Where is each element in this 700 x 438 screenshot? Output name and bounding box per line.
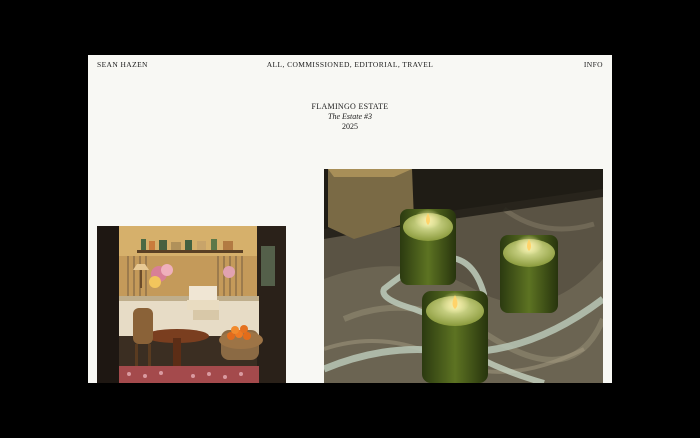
- filter-travel[interactable]: TRAVEL: [402, 60, 433, 69]
- info-link[interactable]: INFO: [584, 60, 603, 69]
- candles-photo[interactable]: [324, 169, 603, 383]
- project-client: FLAMINGO ESTATE: [311, 102, 389, 111]
- page-frame: SEAN HAZEN ALL, COMMISSIONED, EDITORIAL,…: [88, 55, 612, 383]
- project-year: 2025: [342, 122, 358, 131]
- project-title: The Estate #3: [328, 112, 372, 121]
- category-filters: ALL, COMMISSIONED, EDITORIAL, TRAVEL: [267, 60, 434, 69]
- filter-commissioned[interactable]: COMMISSIONED: [287, 60, 350, 69]
- filter-all[interactable]: ALL: [267, 60, 283, 69]
- filter-editorial[interactable]: EDITORIAL: [354, 60, 397, 69]
- site-name-link[interactable]: SEAN HAZEN: [97, 60, 148, 69]
- top-nav: SEAN HAZEN ALL, COMMISSIONED, EDITORIAL,…: [97, 60, 603, 74]
- shop-interior-photo[interactable]: [97, 226, 286, 383]
- project-caption: FLAMINGO ESTATE The Estate #3 2025: [88, 102, 612, 132]
